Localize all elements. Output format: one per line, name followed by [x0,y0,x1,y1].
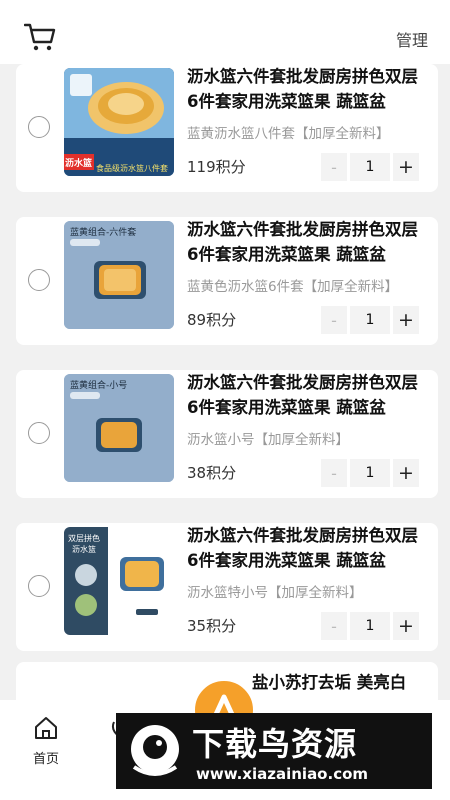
increase-button[interactable]: + [393,306,419,334]
manage-button[interactable]: 管理 [396,27,428,51]
quantity-stepper: - 1 + [321,459,419,487]
cart-item: 双层拼色 沥水篮 沥水篮六件套批发厨房拼色双层6件套家用洗菜篮果 蔬篮盆 沥水篮… [16,523,438,651]
product-spec: 蓝黄色沥水篮6件套【加厚全新料】 [187,279,399,295]
product-title[interactable]: 沥水篮六件套批发厨房拼色双层6件套家用洗菜篮果 蔬篮盆 [187,523,427,573]
product-price: 119积分 [187,158,246,176]
product-title[interactable]: 沥水篮六件套批发厨房拼色双层6件套家用洗菜篮果 蔬篮盆 [187,64,427,114]
increase-button[interactable]: + [393,153,419,181]
product-image[interactable]: 蓝黄组合-小号 [64,374,174,482]
quantity-value[interactable]: 1 [350,153,390,181]
product-image[interactable]: 双层拼色 沥水篮 [64,527,174,635]
quantity-stepper: - 1 + [321,306,419,334]
increase-button[interactable]: + [393,612,419,640]
quantity-stepper: - 1 + [321,153,419,181]
tab-home-label: 首页 [32,752,59,767]
image-label: 双层拼色 [68,534,100,543]
product-price: 38积分 [187,464,237,482]
image-caption: 食品级沥水篮八件套 [96,164,168,173]
image-label: 蓝黄组合-六件套 [70,228,137,238]
home-icon [35,717,57,739]
product-spec: 蓝黄沥水篮八件套【加厚全新料】 [187,126,390,142]
product-title[interactable]: 沥水篮六件套批发厨房拼色双层6件套家用洗菜篮果 蔬篮盆 [187,370,427,420]
cart-icon[interactable] [23,22,56,52]
increase-button[interactable]: + [393,459,419,487]
select-radio[interactable] [28,575,50,597]
product-price: 89积分 [187,311,237,329]
product-image[interactable]: 沥水篮 食品级沥水篮八件套 [64,68,174,176]
product-image[interactable]: 蓝黄组合-六件套 [64,221,174,329]
quantity-value[interactable]: 1 [350,306,390,334]
watermark-banner: 下载鸟资源 www.xiazainiao.com [116,713,432,789]
image-label: 蓝黄组合-小号 [70,381,128,391]
decrease-button[interactable]: - [321,153,347,181]
product-price: 35积分 [187,617,237,635]
product-title[interactable]: 盐小苏打去垢 美亮白 [252,670,432,695]
quantity-value[interactable]: 1 [350,612,390,640]
image-caption: 沥水篮 [72,545,96,554]
image-label: 沥水篮 [65,159,93,169]
select-radio[interactable] [28,269,50,291]
product-title[interactable]: 沥水篮六件套批发厨房拼色双层6件套家用洗菜篮果 蔬篮盆 [187,217,427,267]
product-spec: 沥水篮小号【加厚全新料】 [187,432,349,448]
cart-item: 蓝黄组合-小号 沥水篮六件套批发厨房拼色双层6件套家用洗菜篮果 蔬篮盆 沥水篮小… [16,370,438,498]
watermark-logo-icon [126,721,184,781]
cart-list: 沥水篮 食品级沥水篮八件套 沥水篮六件套批发厨房拼色双层6件套家用洗菜篮果 蔬篮… [0,64,450,700]
select-radio[interactable] [28,422,50,444]
cart-item: 沥水篮 食品级沥水篮八件套 沥水篮六件套批发厨房拼色双层6件套家用洗菜篮果 蔬篮… [16,64,438,192]
top-bar: 管理 [0,0,450,64]
cart-item: 蓝黄组合-六件套 沥水篮六件套批发厨房拼色双层6件套家用洗菜篮果 蔬篮盆 蓝黄色… [16,217,438,345]
select-radio[interactable] [28,116,50,138]
watermark-title: 下载鸟资源 [192,725,358,763]
quantity-value[interactable]: 1 [350,459,390,487]
decrease-button[interactable]: - [321,459,347,487]
watermark-url: www.xiazainiao.com [196,765,369,783]
tab-home[interactable]: 首页 [26,714,66,767]
product-spec: 沥水篮特小号【加厚全新料】 [187,585,363,601]
quantity-stepper: - 1 + [321,612,419,640]
decrease-button[interactable]: - [321,306,347,334]
decrease-button[interactable]: - [321,612,347,640]
